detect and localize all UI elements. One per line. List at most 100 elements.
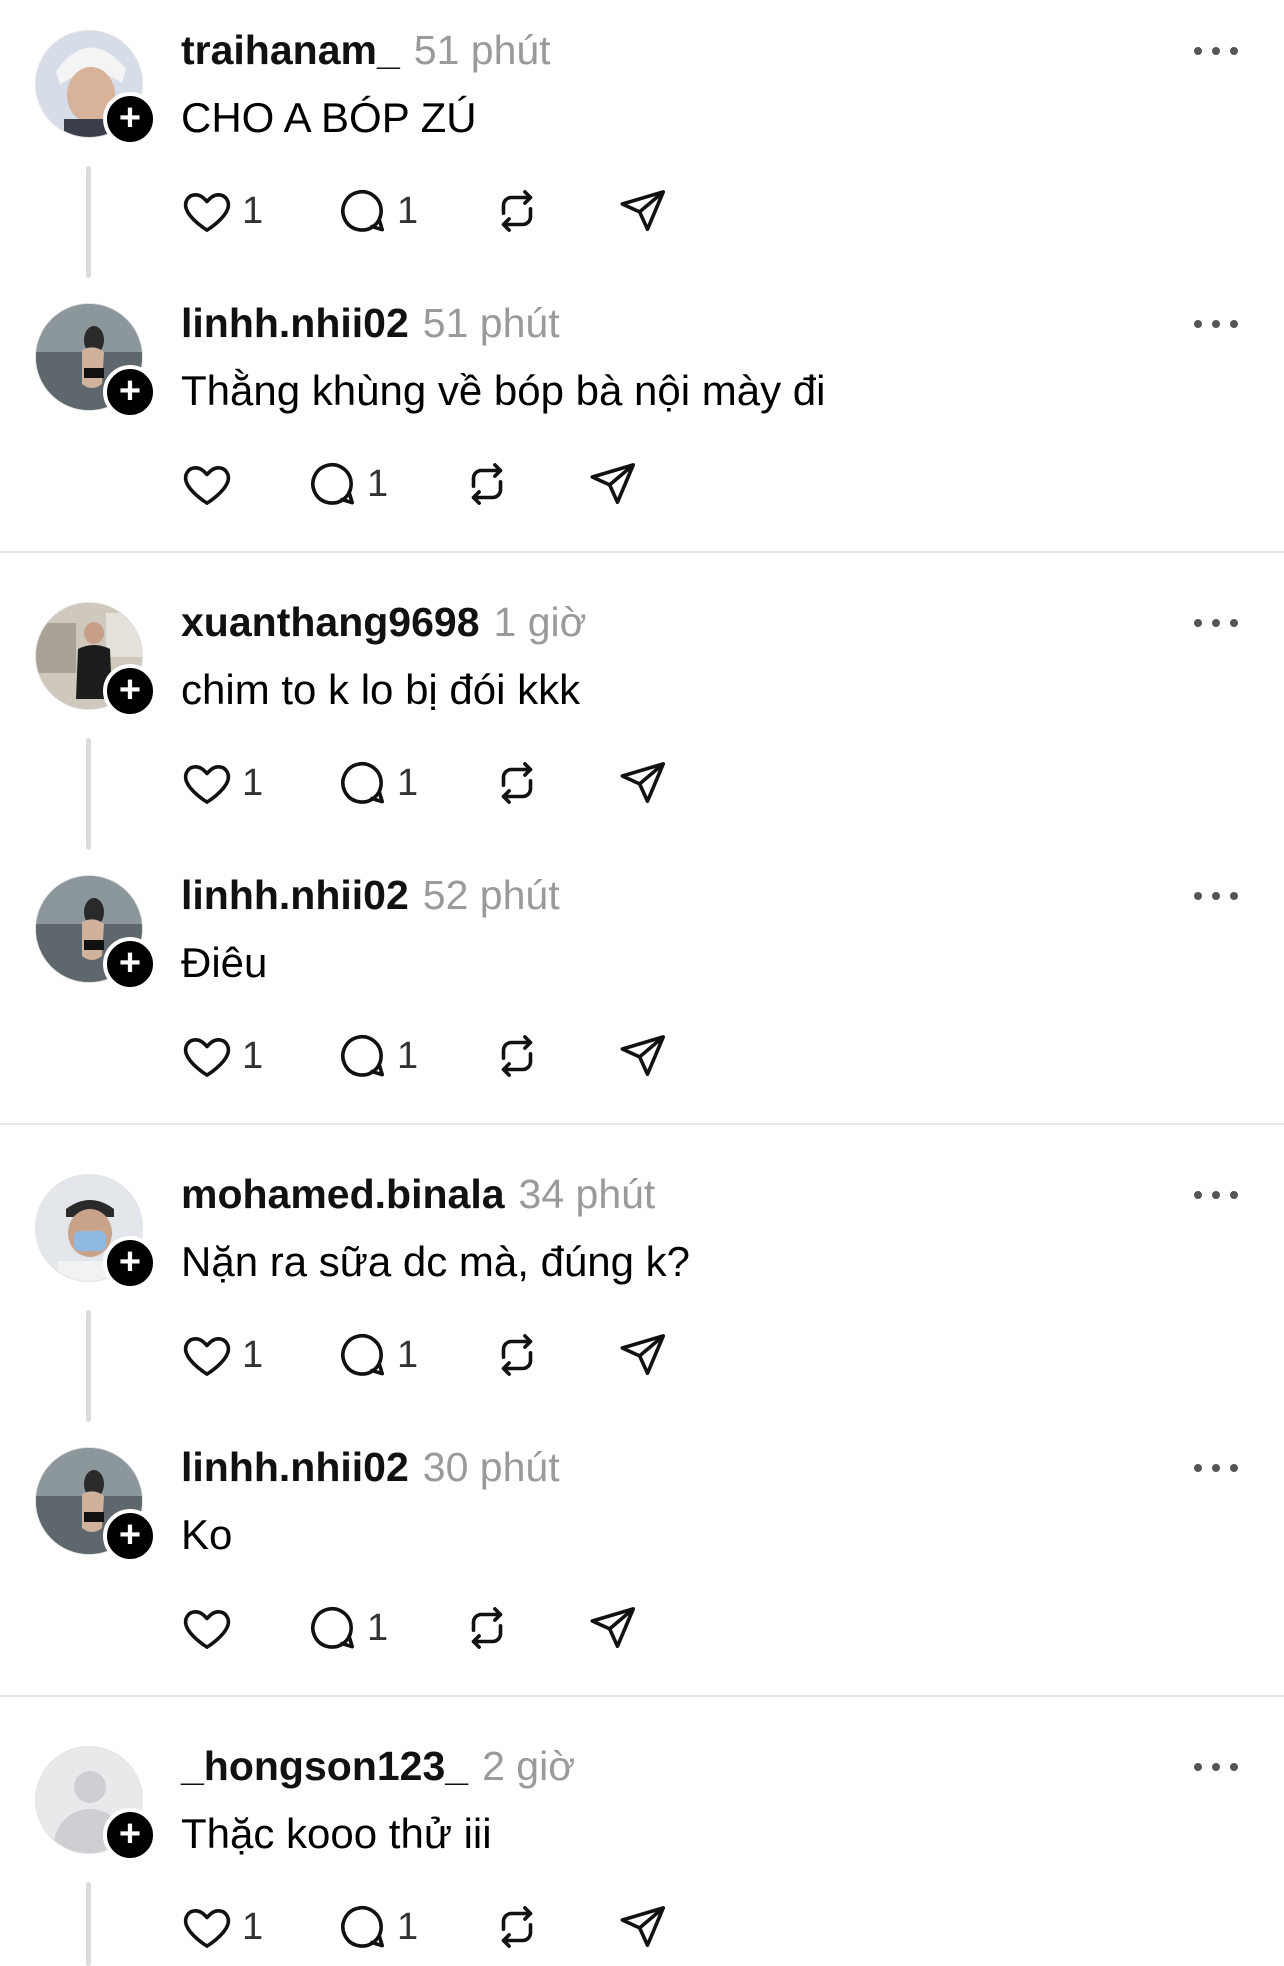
repost-button[interactable] [460,456,514,512]
thread-line [86,166,91,278]
send-icon [620,762,666,804]
repost-button[interactable] [490,755,544,811]
more-options-icon[interactable] [1192,1461,1240,1475]
like-button[interactable]: 1 [180,1028,263,1084]
comment-icon [341,1334,385,1376]
heart-icon [183,466,231,505]
comment-icon [341,762,385,804]
timestamp: 52 phút [422,872,560,918]
send-icon [620,1035,666,1077]
timestamp: 1 giờ [493,599,587,645]
like-count: 1 [242,189,264,232]
comment-icon [341,1906,385,1948]
repost-button[interactable] [490,1899,544,1955]
timestamp: 2 giờ [482,1743,576,1789]
like-button[interactable]: 1 [180,755,263,811]
heart-icon [183,765,231,804]
post-text: chim to k lo bị đói kkk [181,666,581,713]
reply-button[interactable]: 1 [335,1028,418,1084]
send-icon [620,1906,666,1948]
reply-button[interactable]: 1 [335,755,418,811]
reply-count: 1 [397,1905,419,1948]
share-button[interactable] [616,755,670,811]
timestamp: 51 phút [422,300,560,346]
username[interactable]: traihanam_ 51 phút [181,27,551,74]
thread-line [86,738,91,850]
follow-plus-icon[interactable]: + [103,1509,157,1563]
like-count: 1 [242,761,264,804]
more-options-icon[interactable] [1192,1188,1240,1202]
post-text: Thằng khùng về bóp bà nội mày đi [181,367,826,414]
username[interactable]: linhh.nhii02 30 phút [181,1444,560,1491]
more-options-icon[interactable] [1192,616,1240,630]
thread-divider [0,1695,1284,1697]
share-button[interactable] [616,1899,670,1955]
repost-icon [501,1906,533,1948]
follow-plus-icon[interactable]: + [103,937,157,991]
follow-plus-icon[interactable]: + [103,664,157,718]
follow-plus-icon[interactable]: + [103,1236,157,1290]
heart-icon [183,193,231,232]
share-button[interactable] [616,1327,670,1383]
username[interactable]: mohamed.binala 34 phút [181,1171,655,1218]
like-button[interactable]: 1 [180,1327,263,1383]
username[interactable]: _hongson123_ 2 giờ [181,1743,575,1790]
more-options-icon[interactable] [1192,317,1240,331]
share-button[interactable] [586,1600,640,1656]
repost-button[interactable] [460,1600,514,1656]
reply-count: 1 [397,189,419,232]
follow-plus-icon[interactable]: + [103,92,157,146]
follow-plus-icon[interactable]: + [103,1808,157,1862]
thread-line [86,1882,91,1966]
like-button[interactable] [180,1600,242,1656]
post-text: CHO A BÓP ZÚ [181,94,477,141]
like-button[interactable] [180,456,242,512]
like-count: 1 [242,1034,264,1077]
repost-icon [501,1334,533,1376]
reply-count: 1 [397,1333,419,1376]
more-options-icon[interactable] [1192,44,1240,58]
reply-count: 1 [397,761,419,804]
comment-icon [341,190,385,232]
follow-plus-icon[interactable]: + [103,365,157,419]
repost-button[interactable] [490,183,544,239]
thread-divider [0,1123,1284,1125]
more-options-icon[interactable] [1192,889,1240,903]
reply-button[interactable]: 1 [335,1327,418,1383]
share-button[interactable] [616,183,670,239]
send-icon [620,1334,666,1376]
heart-icon [183,1337,231,1376]
share-button[interactable] [616,1028,670,1084]
repost-button[interactable] [490,1327,544,1383]
reply-button[interactable]: 1 [335,183,418,239]
like-button[interactable]: 1 [180,1899,263,1955]
username[interactable]: linhh.nhii02 52 phút [181,872,560,919]
post-text: Thặc kooo thử iii [181,1810,492,1857]
reply-count: 1 [367,1606,389,1649]
repost-icon [471,463,503,505]
like-button[interactable]: 1 [180,183,263,239]
reply-count: 1 [367,462,389,505]
like-count: 1 [242,1333,264,1376]
share-button[interactable] [586,456,640,512]
repost-button[interactable] [490,1028,544,1084]
send-icon [620,190,666,232]
username[interactable]: xuanthang9698 1 giờ [181,599,587,646]
thread-line [86,1310,91,1422]
username[interactable]: linhh.nhii02 51 phút [181,300,560,347]
timestamp: 30 phút [422,1444,560,1490]
repost-icon [501,762,533,804]
post-text: Điêu [181,939,268,986]
send-icon [590,1607,636,1649]
timestamp: 34 phút [518,1171,656,1217]
reply-button[interactable]: 1 [305,1600,388,1656]
reply-button[interactable]: 1 [305,456,388,512]
repost-icon [501,190,533,232]
avatar-head-shape [74,1771,106,1803]
like-count: 1 [242,1905,264,1948]
comment-icon [311,463,355,505]
comment-icon [341,1035,385,1077]
reply-button[interactable]: 1 [335,1899,418,1955]
more-options-icon[interactable] [1192,1760,1240,1774]
post-text: Ko [181,1511,233,1558]
